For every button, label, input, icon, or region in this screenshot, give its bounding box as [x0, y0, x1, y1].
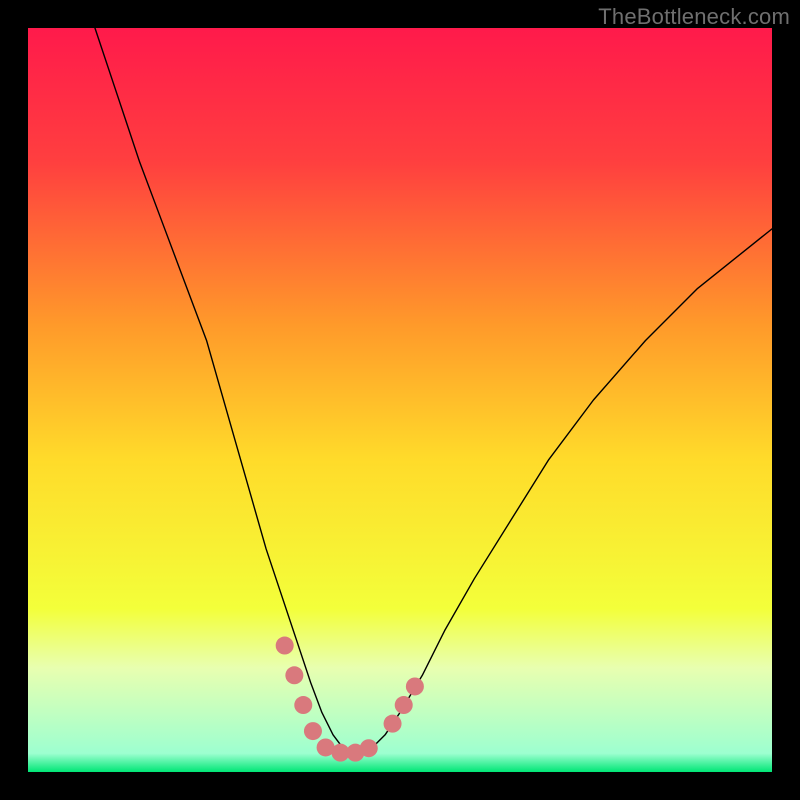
chart-frame — [28, 28, 772, 772]
highlight-dot — [360, 739, 378, 757]
highlight-dot — [384, 715, 402, 733]
highlight-dot — [406, 677, 424, 695]
highlight-dot — [395, 696, 413, 714]
watermark-text: TheBottleneck.com — [598, 4, 790, 30]
highlight-dot — [285, 666, 303, 684]
highlight-dot — [304, 722, 322, 740]
bottleneck-chart — [28, 28, 772, 772]
highlight-dot — [276, 637, 294, 655]
gradient-background — [28, 28, 772, 772]
highlight-dot — [294, 696, 312, 714]
